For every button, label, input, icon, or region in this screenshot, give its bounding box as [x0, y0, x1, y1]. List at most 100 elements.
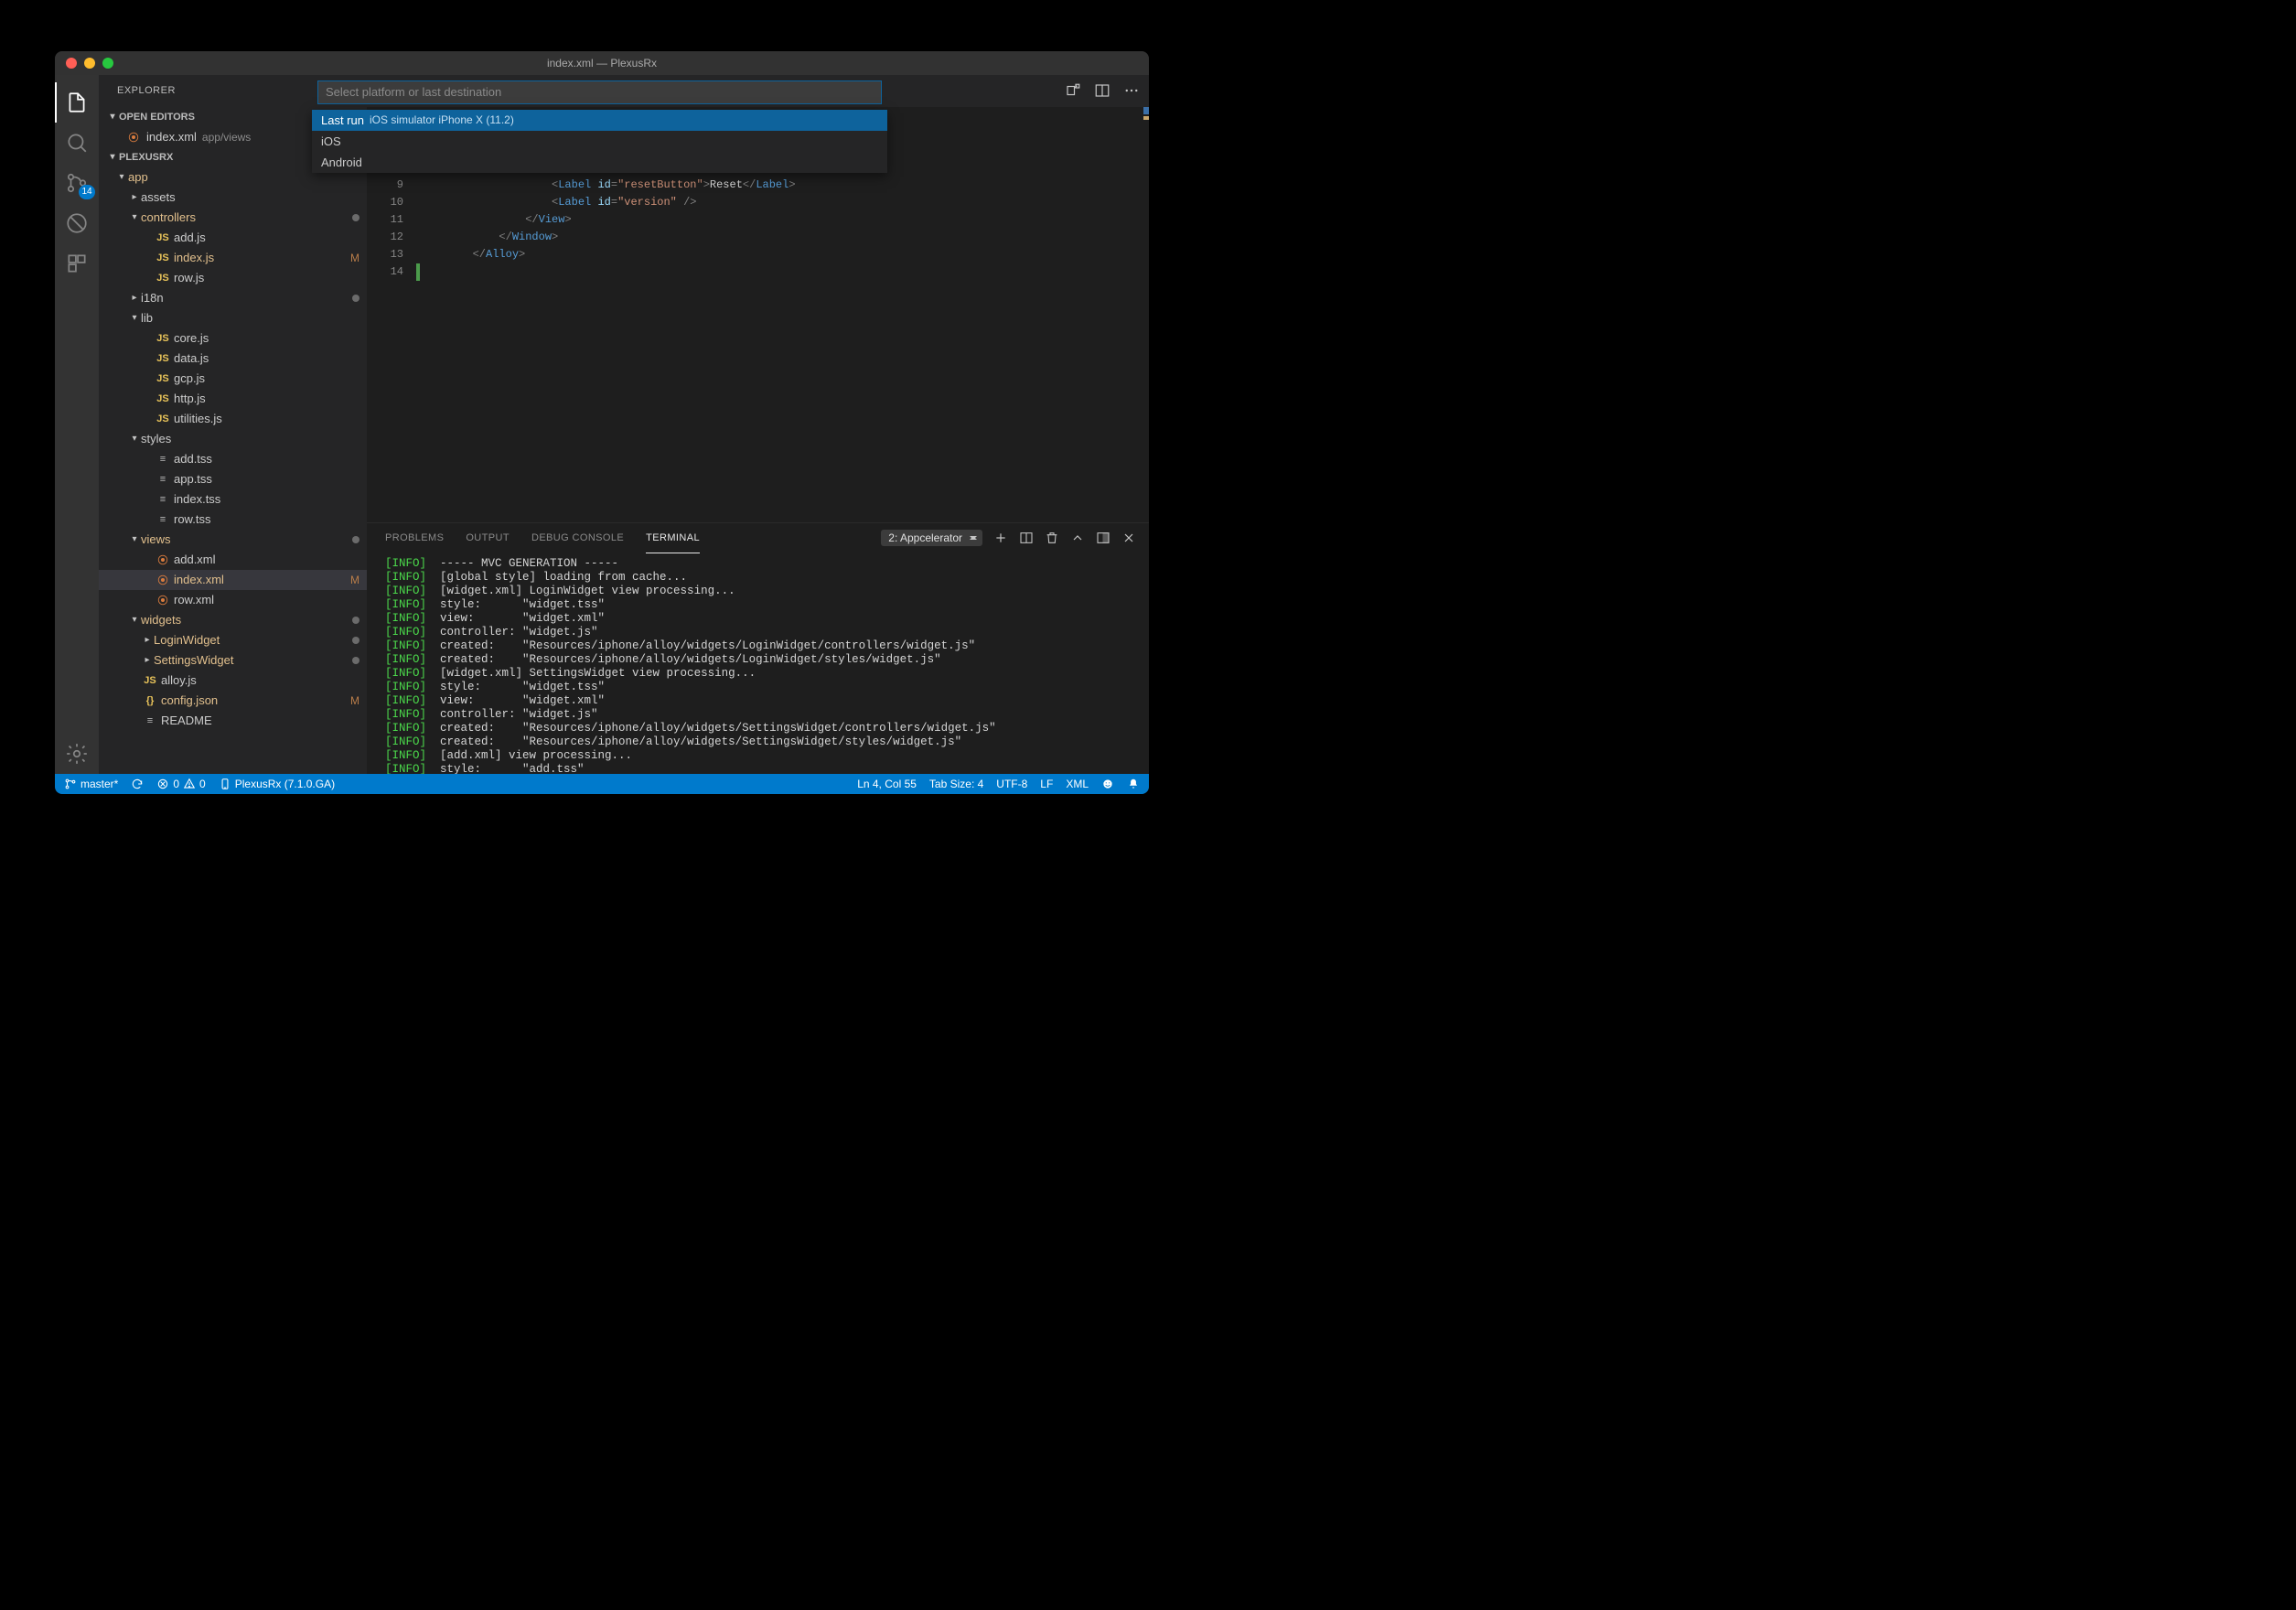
chevron-up-icon[interactable]	[1070, 531, 1085, 545]
file-item[interactable]: JSutilities.js	[99, 409, 367, 429]
chevron-down-icon: ▾	[106, 112, 119, 122]
file-item[interactable]: ≡row.tss	[99, 510, 367, 530]
modified-badge: M	[350, 252, 359, 264]
modified-dot	[352, 214, 359, 221]
js-icon: JS	[154, 413, 172, 424]
folder-item[interactable]: ▸i18n	[99, 288, 367, 308]
minimize-window-button[interactable]	[84, 58, 95, 69]
window-title: index.xml — PlexusRx	[55, 57, 1149, 70]
chevron-down-icon: ▾	[128, 534, 141, 544]
file-item[interactable]: JSrow.js	[99, 268, 367, 288]
editor-area: 567891011121314 </View> <TableView id="t…	[367, 75, 1149, 774]
extensions-icon[interactable]	[55, 243, 99, 284]
maximize-panel-icon[interactable]	[1096, 531, 1110, 545]
errors-item[interactable]: 0 0	[156, 778, 205, 790]
quick-pick: Select platform or last destination Last…	[312, 75, 887, 173]
explorer-sidebar: EXPLORER ▾ OPEN EDITORS ⦿ index.xml app/…	[99, 75, 367, 774]
chevron-right-icon: ▸	[128, 192, 141, 202]
file-item[interactable]: ⦿add.xml	[99, 550, 367, 570]
panel-tab-debug-console[interactable]: DEBUG CONSOLE	[531, 523, 624, 553]
file-item[interactable]: ⦿index.xmlM	[99, 570, 367, 590]
close-panel-icon[interactable]	[1121, 531, 1136, 545]
eol[interactable]: LF	[1040, 778, 1053, 790]
chevron-down-icon: ▾	[106, 152, 119, 162]
chevron-down-icon: ▾	[128, 434, 141, 444]
maximize-window-button[interactable]	[102, 58, 113, 69]
explorer-icon[interactable]	[55, 82, 99, 123]
file-item[interactable]: JSindex.jsM	[99, 248, 367, 268]
js-icon: JS	[154, 232, 172, 243]
folder-item[interactable]: ▾widgets	[99, 610, 367, 630]
new-terminal-icon[interactable]	[993, 531, 1008, 545]
tab-size[interactable]: Tab Size: 4	[929, 778, 983, 790]
tss-icon: ≡	[154, 494, 172, 505]
folder-item[interactable]: ▾styles	[99, 429, 367, 449]
file-item[interactable]: JShttp.js	[99, 389, 367, 409]
source-control-icon[interactable]: 14	[55, 163, 99, 203]
feedback-icon[interactable]	[1101, 778, 1114, 790]
split-terminal-icon[interactable]	[1019, 531, 1034, 545]
more-icon[interactable]	[1123, 82, 1140, 99]
xml-icon: ⦿	[154, 553, 172, 567]
file-item[interactable]: ⦿row.xml	[99, 590, 367, 610]
terminal-dropdown[interactable]: 2: Appcelerator	[881, 530, 982, 546]
tss-icon: ≡	[154, 474, 172, 485]
panel-tab-problems[interactable]: PROBLEMS	[385, 523, 444, 553]
file-item[interactable]: ≡add.tss	[99, 449, 367, 469]
chevron-down-icon: ▾	[128, 313, 141, 323]
file-item[interactable]: ≡app.tss	[99, 469, 367, 489]
file-item[interactable]: ≡index.tss	[99, 489, 367, 510]
minimap[interactable]	[1132, 107, 1149, 522]
quick-pick-input[interactable]: Select platform or last destination	[317, 80, 882, 104]
live-preview-icon[interactable]	[1065, 82, 1081, 99]
sync-icon	[131, 778, 144, 790]
modified-dot	[352, 295, 359, 302]
folder-item[interactable]: ▸LoginWidget	[99, 630, 367, 650]
file-item[interactable]: JSgcp.js	[99, 369, 367, 389]
file-tree: ▾app▸assets▾controllersJSadd.jsJSindex.j…	[99, 167, 367, 774]
js-icon: JS	[154, 333, 172, 344]
device-icon	[219, 778, 231, 790]
close-window-button[interactable]	[66, 58, 77, 69]
modified-badge: M	[350, 694, 359, 707]
titlebar: index.xml — PlexusRx	[55, 51, 1149, 75]
sync-item[interactable]	[131, 778, 144, 790]
file-item[interactable]: JSalloy.js	[99, 671, 367, 691]
chevron-down-icon: ▾	[115, 172, 128, 182]
debug-icon[interactable]	[55, 203, 99, 243]
folder-item[interactable]: ▾views	[99, 530, 367, 550]
file-item[interactable]: ≡README	[99, 711, 367, 731]
chevron-right-icon: ▸	[128, 293, 141, 303]
folder-item[interactable]: ▾controllers	[99, 208, 367, 228]
notifications-icon[interactable]	[1127, 778, 1140, 790]
quick-pick-option[interactable]: Android	[312, 152, 887, 173]
file-item[interactable]: {}config.jsonM	[99, 691, 367, 711]
trash-icon[interactable]	[1045, 531, 1059, 545]
branch-item[interactable]: master*	[64, 778, 118, 790]
terminal-output[interactable]: [INFO] ----- MVC GENERATION ----- [INFO]…	[367, 553, 1149, 774]
file-item[interactable]: JScore.js	[99, 328, 367, 349]
split-editor-icon[interactable]	[1094, 82, 1110, 99]
folder-item[interactable]: ▸assets	[99, 188, 367, 208]
panel-tab-output[interactable]: OUTPUT	[466, 523, 510, 553]
js-icon: JS	[154, 353, 172, 364]
search-icon[interactable]	[55, 123, 99, 163]
panel-tab-terminal[interactable]: TERMINAL	[646, 523, 700, 553]
chevron-down-icon: ▾	[128, 212, 141, 222]
file-item[interactable]: JSadd.js	[99, 228, 367, 248]
quick-pick-option[interactable]: Last runiOS simulator iPhone X (11.2)	[312, 110, 887, 131]
file-item[interactable]: JSdata.js	[99, 349, 367, 369]
chevron-right-icon: ▸	[141, 655, 154, 665]
xml-icon: ⦿	[124, 130, 143, 145]
language-mode[interactable]: XML	[1066, 778, 1089, 790]
encoding[interactable]: UTF-8	[996, 778, 1027, 790]
chevron-right-icon: ▸	[141, 635, 154, 645]
activity-bar: 14	[55, 75, 99, 774]
project-item[interactable]: PlexusRx (7.1.0.GA)	[219, 778, 335, 790]
folder-item[interactable]: ▸SettingsWidget	[99, 650, 367, 671]
cursor-position[interactable]: Ln 4, Col 55	[857, 778, 917, 790]
tss-icon: ≡	[154, 514, 172, 525]
folder-item[interactable]: ▾lib	[99, 308, 367, 328]
gear-icon[interactable]	[55, 734, 99, 774]
quick-pick-option[interactable]: iOS	[312, 131, 887, 152]
